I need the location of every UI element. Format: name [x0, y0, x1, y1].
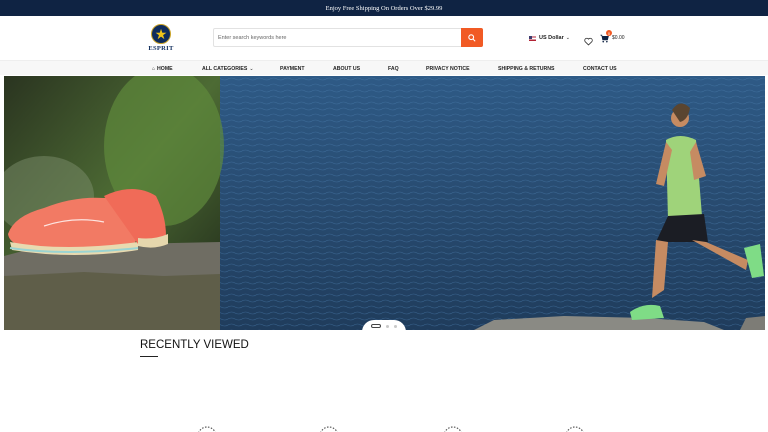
cart-button[interactable]: 0 $0.00 [600, 30, 625, 44]
heart-icon [584, 37, 593, 46]
announcement-bar: Enjoy Free Shipping On Orders Over $29.9… [0, 0, 768, 16]
brand-name: ESPRIT [148, 45, 174, 52]
nav-item-label: PRIVACY NOTICE [426, 65, 470, 72]
search-button[interactable] [461, 28, 483, 47]
nav-item-label: PAYMENT [280, 65, 305, 72]
nav-item-contact-us[interactable]: CONTACT US [583, 61, 617, 76]
slider-dot[interactable] [386, 324, 389, 328]
nav-item-faq[interactable]: FAQ [388, 61, 399, 76]
slider-dot[interactable] [371, 324, 381, 328]
chevron-down-icon: ⌄ [565, 35, 570, 41]
nav-item-shipping-returns[interactable]: SHIPPING & RETURNS [498, 61, 555, 76]
nav-item-label: ABOUT US [333, 65, 361, 72]
loading-spinner-icon [320, 426, 338, 432]
chevron-down-icon: ⌄ [249, 65, 254, 72]
home-icon: ⌂ [152, 65, 156, 72]
star-badge-icon: ★ [151, 24, 171, 44]
nav-item-home[interactable]: ⌂ HOME [152, 61, 173, 76]
slider-pagination [362, 320, 406, 332]
announcement-text: Enjoy Free Shipping On Orders Over $29.9… [325, 4, 443, 12]
main-nav: ⌂ HOME ALL CATEGORIES ⌄ PAYMENT ABOUT US… [0, 60, 768, 75]
cart-count-badge: 0 [606, 30, 612, 36]
nav-item-label: HOME [157, 65, 173, 72]
search-icon [468, 33, 476, 42]
loading-spinner-icon [198, 426, 216, 432]
nav-item-label: FAQ [388, 65, 399, 72]
search-input[interactable] [214, 29, 461, 46]
nav-item-label: ALL CATEGORIES [202, 65, 248, 72]
nav-item-payment[interactable]: PAYMENT [280, 61, 305, 76]
brand-logo[interactable]: ★ ESPRIT [146, 24, 176, 54]
slider-dot[interactable] [394, 324, 397, 328]
wishlist-button[interactable] [584, 33, 594, 46]
loading-spinner-icon [444, 426, 462, 432]
hero-banner[interactable] [4, 76, 765, 330]
currency-label: US Dollar [539, 35, 564, 41]
currency-selector[interactable]: US Dollar ⌄ [529, 33, 570, 43]
nav-item-privacy-notice[interactable]: PRIVACY NOTICE [426, 61, 470, 76]
us-flag-icon [529, 35, 536, 41]
nav-item-all-categories[interactable]: ALL CATEGORIES ⌄ [202, 61, 254, 76]
search-bar [213, 28, 483, 47]
nav-item-label: CONTACT US [583, 65, 617, 72]
site-header: ★ ESPRIT US Dollar ⌄ 0 $0.00 [0, 16, 768, 60]
hero-image [4, 76, 765, 330]
section-title: RECENTLY VIEWED [140, 339, 249, 351]
nav-item-label: SHIPPING & RETURNS [498, 65, 555, 72]
section-title-underline [140, 356, 158, 357]
nav-item-about-us[interactable]: ABOUT US [333, 61, 360, 76]
loading-spinner-icon [566, 426, 584, 432]
cart-total: $0.00 [612, 35, 625, 41]
